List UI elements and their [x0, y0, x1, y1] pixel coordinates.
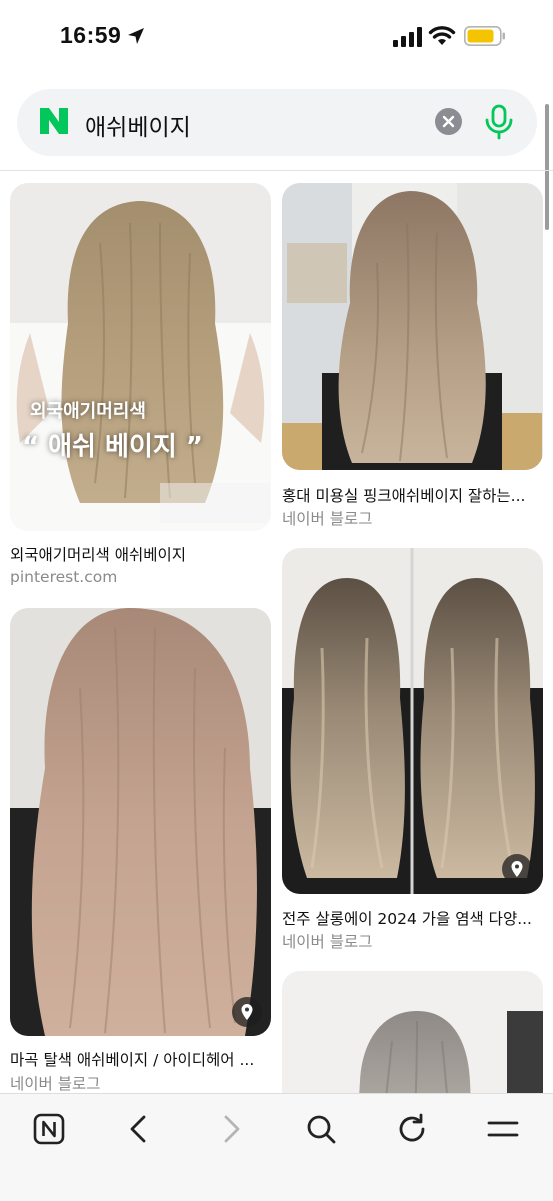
result-title[interactable]: 마곡 탈색 애쉬베이지 / 아이디헤어 ... — [10, 1048, 270, 1070]
search-icon[interactable] — [304, 1112, 338, 1146]
result-image[interactable] — [282, 548, 543, 894]
clear-search-button[interactable] — [435, 108, 462, 135]
result-source: 네이버 블로그 — [282, 933, 373, 951]
result-image[interactable] — [10, 608, 271, 1036]
result-source: 네이버 블로그 — [10, 1075, 101, 1093]
naver-n-logo-icon[interactable] — [39, 107, 69, 135]
scrollbar[interactable] — [545, 104, 549, 230]
result-image[interactable] — [282, 183, 543, 470]
map-pin-icon — [511, 861, 523, 877]
back-icon[interactable] — [122, 1112, 156, 1146]
location-arrow-icon — [128, 28, 144, 44]
result-title[interactable]: 전주 살롱에이 2024 가을 염색 다양... — [282, 907, 542, 929]
result-image[interactable]: 외국애기머리색 “ 애쉬 베이지 ” — [10, 183, 271, 531]
search-input[interactable]: 애쉬베이지 — [85, 108, 191, 142]
overlay-caption: 외국애기머리색 — [30, 401, 146, 422]
forward-icon[interactable] — [214, 1112, 248, 1146]
battery-icon — [464, 26, 505, 46]
bottom-toolbar — [0, 1093, 553, 1201]
result-source: pinterest.com — [10, 568, 118, 586]
microphone-icon[interactable] — [483, 104, 515, 140]
status-bar: 16:59 — [0, 0, 553, 72]
result-title[interactable]: 외국애기머리색 애쉬베이지 — [10, 543, 271, 565]
cellular-signal-icon — [393, 27, 422, 47]
search-bar[interactable]: 애쉬베이지 — [17, 89, 537, 156]
location-pin-badge — [502, 854, 532, 884]
close-icon — [442, 115, 455, 128]
overlay-caption-title: “ 애쉬 베이지 ” — [22, 432, 203, 462]
header-divider — [0, 170, 553, 171]
refresh-icon[interactable] — [395, 1112, 429, 1146]
status-time: 16:59 — [60, 22, 122, 48]
location-pin-badge — [232, 997, 262, 1027]
naver-home-icon[interactable] — [32, 1112, 66, 1146]
result-source: 네이버 블로그 — [282, 510, 373, 528]
wifi-icon — [428, 26, 456, 45]
map-pin-icon — [241, 1004, 253, 1020]
menu-icon[interactable] — [486, 1112, 520, 1146]
result-title[interactable]: 홍대 미용실 핑크애쉬베이지 잘하는... — [282, 484, 542, 506]
